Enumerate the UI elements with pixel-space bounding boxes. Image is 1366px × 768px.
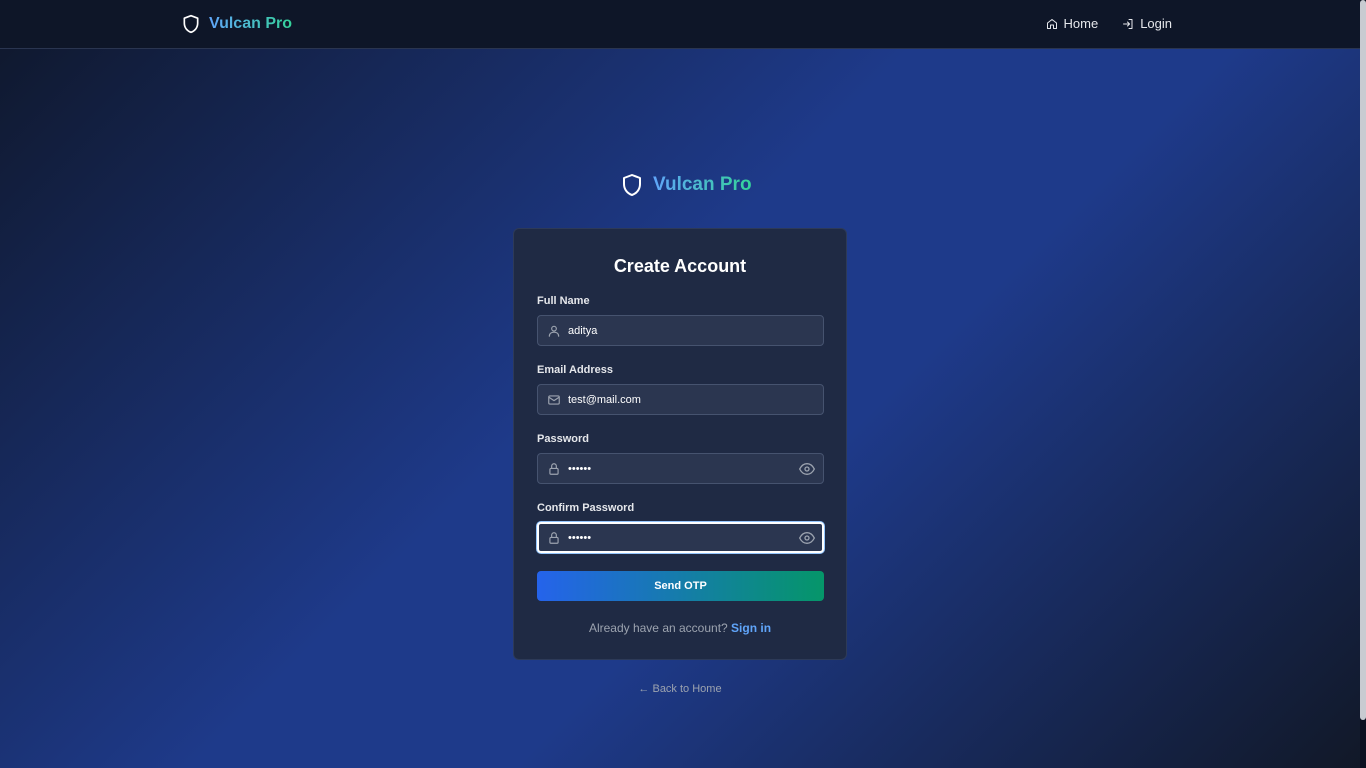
confirm-password-input[interactable] [568,523,788,552]
home-icon [1046,18,1057,29]
card-title: Create Account [613,256,747,276]
signin-prompt: Already have an account? [588,621,728,635]
confirm-password-label: Confirm Password [537,502,635,514]
signin-link[interactable]: Sign in [731,621,771,635]
back-to-home-link[interactable]: ← Back to Home [0,683,1360,695]
hero-brand-name: Vulcan Pro [653,174,752,195]
full-name-input-wrap [537,315,824,346]
eye-icon[interactable] [799,462,815,476]
create-account-card: Create Account Full Name Email Address P… [513,228,847,660]
full-name-input[interactable] [568,316,788,345]
lock-icon [549,532,559,544]
nav-links: Home Login [1046,16,1172,31]
confirm-password-field: Confirm Password [537,502,824,553]
password-input[interactable] [568,454,788,483]
email-label: Email Address [537,364,614,376]
nav-login-link[interactable]: Login [1122,16,1172,31]
email-field: Email Address [537,364,824,415]
email-input[interactable] [568,385,788,414]
scrollbar-thumb[interactable] [1360,0,1366,720]
page-scrollbar[interactable] [1360,0,1366,768]
password-label: Password [537,433,589,445]
login-icon [1123,18,1133,29]
email-input-wrap [537,384,824,415]
nav-home-label: Home [1063,16,1099,31]
password-field: Password [537,433,824,484]
lock-icon [549,463,559,475]
full-name-field: Full Name [537,295,824,346]
eye-icon[interactable] [799,531,815,545]
password-input-wrap [537,453,824,484]
shield-icon [183,14,199,34]
nav-brand[interactable]: Vulcan Pro [181,12,292,36]
top-navbar: Vulcan Pro Home Login [0,0,1360,49]
nav-login-label: Login [1140,16,1172,31]
shield-icon [623,174,641,196]
confirm-password-input-wrap [537,522,824,553]
send-otp-button[interactable]: Send OTP [537,571,824,601]
nav-home-link[interactable]: Home [1046,16,1099,31]
mail-icon [548,395,560,405]
user-icon [548,325,560,337]
nav-brand-name: Vulcan Pro [209,15,292,32]
signin-row: Already have an account? Sign in [514,621,846,635]
full-name-label: Full Name [537,295,590,307]
hero-brand: Vulcan Pro [620,170,752,200]
